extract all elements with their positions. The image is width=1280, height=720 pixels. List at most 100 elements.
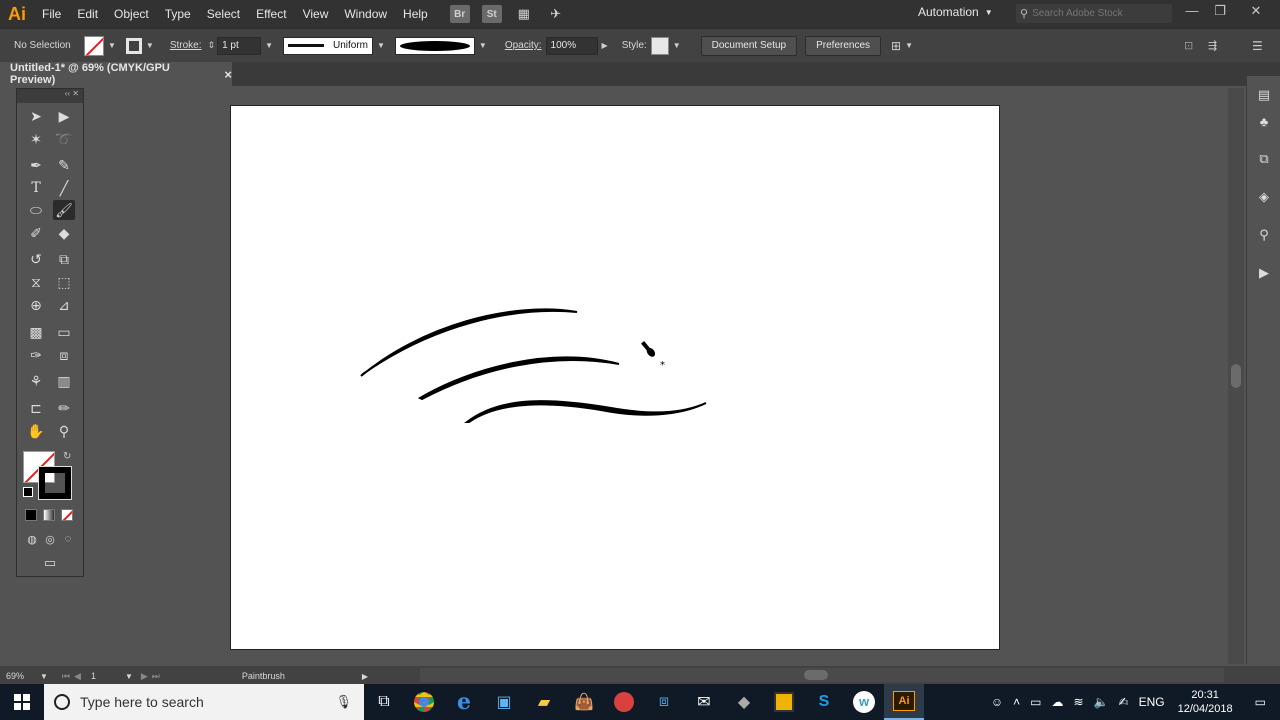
document-tab[interactable]: Untitled-1* @ 69% (CMYK/GPU Preview) × <box>0 62 232 86</box>
free-transform-tool-icon[interactable]: ⬚ <box>53 272 75 292</box>
stroke-weight-field[interactable]: 1 pt <box>217 36 262 55</box>
color-mode-icon[interactable] <box>25 509 37 521</box>
pen-workspace-icon[interactable]: ✍ <box>1114 695 1134 709</box>
restore-icon[interactable]: ❐ <box>1208 3 1232 19</box>
width-tool-icon[interactable]: ⧖ <box>25 272 47 292</box>
horizontal-scrollbar[interactable] <box>420 668 1224 682</box>
stock-button[interactable]: St <box>481 5 502 23</box>
shaper-tool-icon[interactable]: ✐ <box>25 223 47 243</box>
perspective-grid-tool-icon[interactable]: ⊿ <box>53 295 75 315</box>
zoom-tool-icon[interactable]: ⚲ <box>53 421 75 441</box>
tools-panel-header[interactable]: ‹‹ ✕ <box>17 89 83 103</box>
close-icon[interactable]: ✕ <box>1244 3 1268 19</box>
brush-stroke[interactable] <box>417 356 620 401</box>
task-view-icon[interactable]: ⧉ <box>364 684 404 720</box>
microphone-icon[interactable]: 🎙 <box>335 694 352 710</box>
asset-export-icon[interactable]: ⚲ <box>1254 226 1274 244</box>
variable-width-profile[interactable]: Uniform <box>283 36 373 55</box>
mail-icon[interactable]: ✉ <box>684 684 724 720</box>
vertical-scroll-thumb[interactable] <box>1231 364 1241 388</box>
blend-tool-icon[interactable]: ⧈ <box>53 345 75 365</box>
menu-help[interactable]: Help <box>395 0 436 28</box>
type-tool-icon[interactable]: T <box>25 178 47 198</box>
opacity-field[interactable]: 100% <box>545 36 598 55</box>
document-setup-button[interactable]: Document Setup <box>700 35 798 56</box>
store-icon[interactable]: ▣ <box>484 684 524 720</box>
chevron-down-icon[interactable]: ▼ <box>905 41 913 50</box>
eyedropper-tool-icon[interactable]: ✑ <box>25 345 47 365</box>
chevron-down-icon[interactable]: ▼ <box>265 41 273 50</box>
notifications-icon[interactable]: ▭ <box>1241 695 1280 709</box>
shape-builder-tool-icon[interactable]: ⊕ <box>25 295 47 315</box>
chevron-down-icon[interactable]: ▼ <box>146 41 154 50</box>
bridge-button[interactable]: Br <box>449 5 470 23</box>
menu-window[interactable]: Window <box>336 0 395 28</box>
clock[interactable]: 20:31 12/04/2018 <box>1170 688 1241 716</box>
arrange-documents-icon[interactable]: ▦ <box>514 5 534 23</box>
default-colors-icon[interactable] <box>23 487 33 497</box>
paintbrush-tool-icon[interactable]: 🖌 <box>53 200 75 220</box>
menu-select[interactable]: Select <box>199 0 248 28</box>
direct-selection-tool-icon[interactable]: ▶ <box>53 106 75 126</box>
arrange-icon[interactable]: ⇶ <box>1208 39 1217 52</box>
brush-stroke[interactable] <box>360 308 578 377</box>
line-segment-tool-icon[interactable]: ╱ <box>53 178 75 198</box>
onedrive-icon[interactable]: ☁ <box>1047 695 1069 709</box>
stroke-label[interactable]: Stroke: <box>166 40 206 51</box>
stroke-color-box[interactable] <box>39 467 71 499</box>
chrome-red-icon[interactable] <box>604 684 644 720</box>
chevron-down-icon[interactable]: ▼ <box>377 41 385 50</box>
skype-icon[interactable]: S <box>804 684 844 720</box>
menu-object[interactable]: Object <box>106 0 157 28</box>
draw-inside-icon[interactable]: ◌ <box>57 529 79 549</box>
gradient-tool-icon[interactable]: ▭ <box>53 322 75 342</box>
none-mode-icon[interactable] <box>61 509 73 521</box>
previous-artboard-icon[interactable]: ◀ <box>74 671 81 682</box>
chevron-down-icon[interactable]: ▼ <box>108 41 116 50</box>
last-artboard-icon[interactable]: ⏭ <box>152 671 160 682</box>
properties-panel-icon[interactable]: ▤ <box>1254 86 1274 104</box>
panel-menu-icon[interactable]: ☰ <box>1252 39 1263 53</box>
align-icon[interactable]: ⊞ <box>891 39 901 53</box>
magic-wand-tool-icon[interactable]: ✶ <box>25 129 47 149</box>
slides-app-icon[interactable] <box>764 684 804 720</box>
swap-colors-icon[interactable]: ↻ <box>63 451 71 462</box>
eraser-tool-icon[interactable]: ◆ <box>53 223 75 243</box>
menu-view[interactable]: View <box>295 0 337 28</box>
wifi-icon[interactable]: ≋ <box>1069 695 1089 709</box>
language-indicator[interactable]: ENG <box>1134 695 1170 709</box>
symbol-sprayer-tool-icon[interactable]: ⚘ <box>25 371 47 391</box>
stock-search[interactable]: ⚲ <box>1016 4 1172 23</box>
chevron-right-icon[interactable]: ▶ <box>602 41 608 50</box>
battery-icon[interactable]: ▭ <box>1025 695 1046 709</box>
column-graph-tool-icon[interactable]: ▥ <box>53 371 75 391</box>
artboard-tool-icon[interactable]: ⊏ <box>25 398 47 418</box>
volume-icon[interactable]: 🔈 <box>1089 695 1114 709</box>
menu-effect[interactable]: Effect <box>248 0 294 28</box>
artboards-panel-icon[interactable]: ⧉ <box>1254 150 1274 168</box>
box-app-icon[interactable]: ⧈ <box>644 684 684 720</box>
isolate-icon[interactable]: ⊡ <box>1184 39 1193 52</box>
graphic-style-swatch[interactable] <box>650 36 669 55</box>
gradient-mode-icon[interactable] <box>43 509 55 521</box>
workspace-switcher[interactable]: Automation ▼ <box>918 5 993 19</box>
w-app-icon[interactable]: w <box>844 684 884 720</box>
layers-panel-icon[interactable]: ◈ <box>1254 188 1274 206</box>
artboard[interactable]: * <box>230 105 1000 650</box>
stroke-stepper-icon[interactable]: ⇕ <box>208 40 216 51</box>
illustrator-taskbar-icon[interactable]: Ai <box>884 684 924 720</box>
pen-tool-icon[interactable]: ✒ <box>25 155 47 175</box>
mesh-tool-icon[interactable]: ▩ <box>25 322 47 342</box>
opacity-label[interactable]: Opacity: <box>501 40 546 51</box>
stock-search-input[interactable] <box>1032 8 1163 19</box>
chevron-down-icon[interactable]: ▼ <box>479 41 487 50</box>
chevron-down-icon[interactable]: ▼ <box>125 672 133 681</box>
chevron-up-icon[interactable]: ˄ <box>1008 695 1025 709</box>
shopping-bag-icon[interactable]: 👜 <box>564 684 604 720</box>
selection-tool-icon[interactable]: ➤ <box>25 106 47 126</box>
menu-type[interactable]: Type <box>157 0 199 28</box>
file-explorer-icon[interactable]: ▰ <box>524 684 564 720</box>
status-menu-icon[interactable]: ▶ <box>362 672 368 681</box>
libraries-panel-icon[interactable]: ♣ <box>1254 112 1274 130</box>
menu-file[interactable]: File <box>34 0 69 28</box>
